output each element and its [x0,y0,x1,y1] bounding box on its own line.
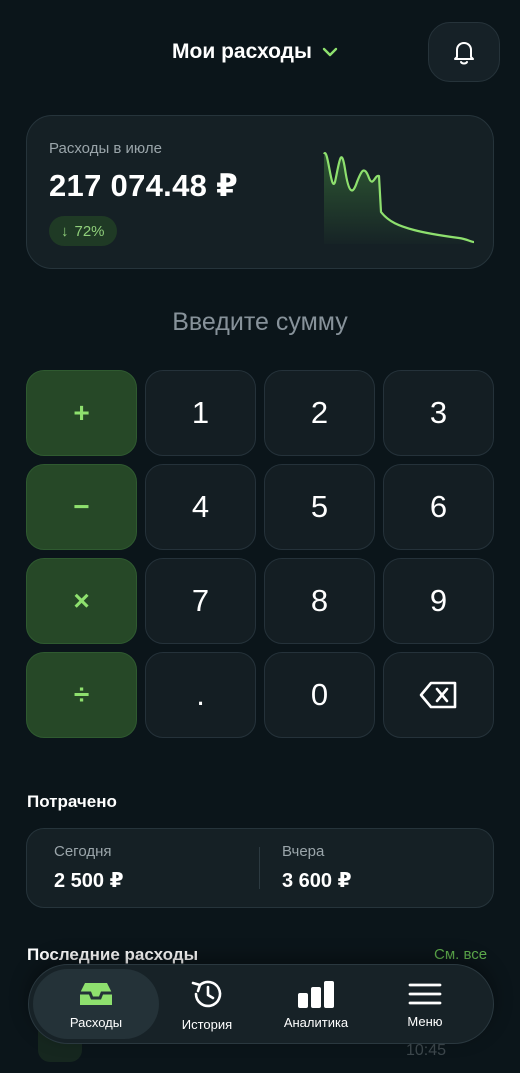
digit-8-key[interactable]: 8 [264,558,375,644]
digit-2-key[interactable]: 2 [264,370,375,456]
bar-chart-icon [298,980,334,1008]
tab-history[interactable]: История [167,969,247,1039]
tab-label: Расходы [69,1014,123,1030]
decimal-key[interactable]: . [145,652,256,738]
digit-3-key[interactable]: 3 [383,370,494,456]
inbox-icon [80,982,112,1005]
tab-menu[interactable]: Меню [385,969,465,1039]
yesterday-label: Вчера [282,843,325,860]
bottom-tab-bar: Расходы История Аналитика Меню [28,964,494,1044]
digit-1-key[interactable]: 1 [145,370,256,456]
digit-4-key[interactable]: 4 [145,464,256,550]
spent-yesterday: Вчера 3 600 ₽ [282,843,352,893]
header: Мои расходы [0,22,520,82]
page-title: Мои расходы [172,40,312,63]
amount-prompt[interactable]: Введите сумму [0,308,520,337]
tab-label: История [181,1016,233,1032]
menu-icon [408,983,442,1004]
see-all-link[interactable]: См. все [434,946,487,963]
digit-9-key[interactable]: 9 [383,558,494,644]
recent-title: Последние расходы [27,945,199,964]
digit-7-key[interactable]: 7 [145,558,256,644]
plus-key[interactable]: + [26,370,137,456]
expense-time: 10:45 [406,1042,447,1059]
backspace-key[interactable] [383,652,494,738]
tab-label: Аналитика [283,1014,349,1030]
digit-0-key[interactable]: 0 [264,652,375,738]
change-value: 72% [74,222,105,240]
digit-6-key[interactable]: 6 [383,464,494,550]
summary-label: Расходы в июле [49,140,162,157]
spent-title: Потрачено [27,792,117,811]
tab-analytics[interactable]: Аналитика [271,969,361,1039]
minus-key[interactable]: − [26,464,137,550]
today-value: 2 500 ₽ [54,870,124,892]
bell-icon [454,42,474,65]
spent-today: Сегодня 2 500 ₽ [54,843,124,893]
divider [259,847,260,889]
tab-label: Меню [407,1013,443,1029]
digit-5-key[interactable]: 5 [264,464,375,550]
divide-key[interactable]: ÷ [26,652,137,738]
keypad: + 1 2 3 − 4 5 6 × 7 8 9 ÷ . 0 [26,370,494,738]
arrow-down-icon: ↓ [61,222,69,240]
today-label: Сегодня [54,843,112,860]
tab-expenses[interactable]: Расходы [33,969,159,1039]
sparkline-icon [323,152,475,244]
spent-card: Сегодня 2 500 ₽ Вчера 3 600 ₽ [26,828,494,908]
title-dropdown[interactable]: Мои расходы [172,40,340,64]
change-badge: ↓ 72% [49,216,117,246]
backspace-icon [419,681,456,709]
multiply-key[interactable]: × [26,558,137,644]
chevron-down-icon [322,47,338,57]
monthly-summary-card[interactable]: Расходы в июле 217 074.48 ₽ ↓ 72% [26,115,494,269]
yesterday-value: 3 600 ₽ [282,870,352,892]
notifications-button[interactable] [428,22,500,82]
history-icon [191,980,222,1007]
summary-value: 217 074.48 ₽ [49,168,238,203]
